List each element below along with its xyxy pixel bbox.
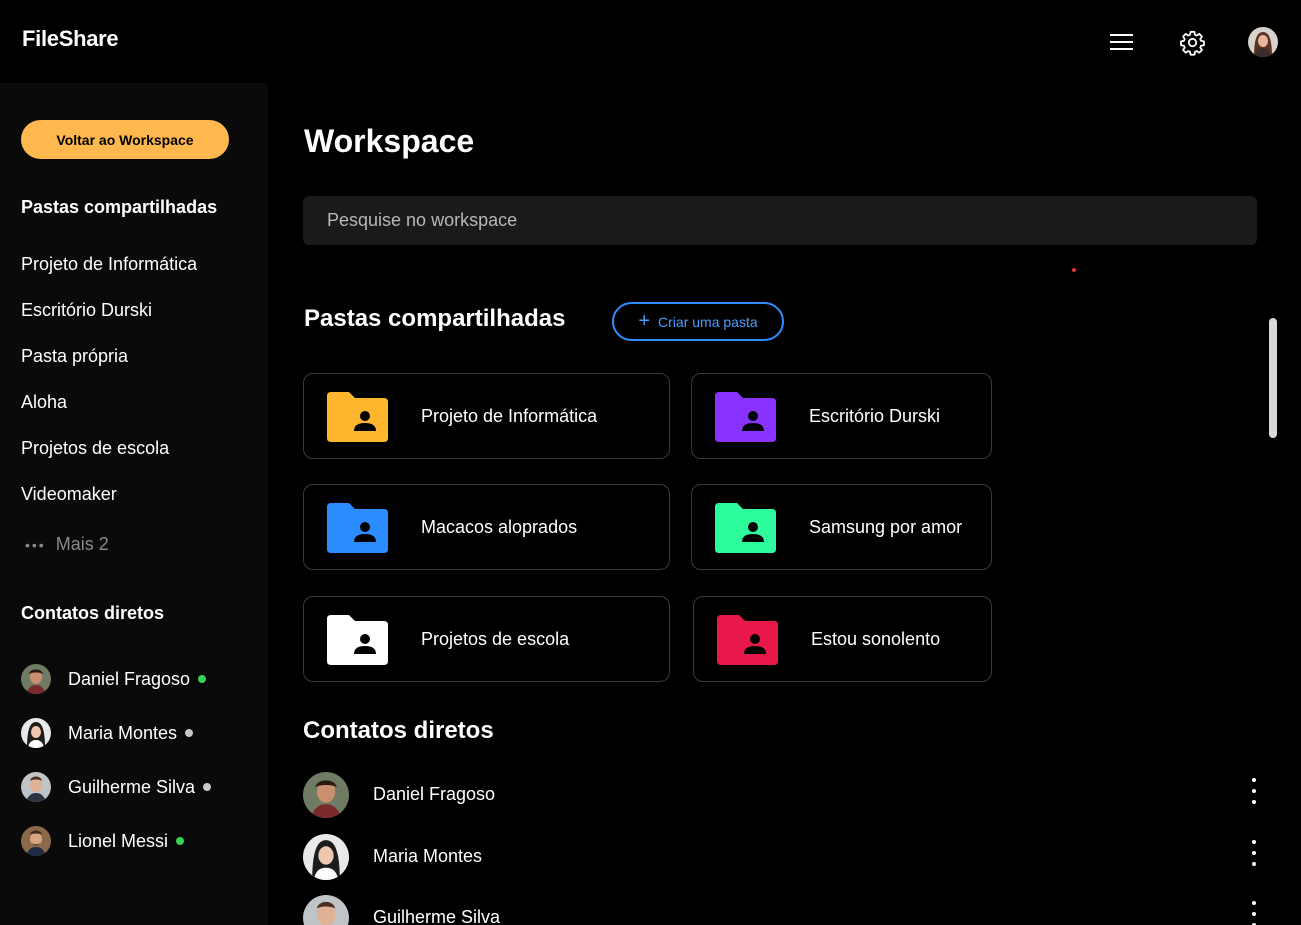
more-options-icon[interactable] xyxy=(1249,778,1259,812)
folder-name: Escritório Durski xyxy=(809,406,941,426)
contact-avatar xyxy=(21,772,51,802)
folder-card[interactable]: Projetos de escola xyxy=(303,596,670,682)
contact-avatar xyxy=(21,718,51,748)
contact-name: Daniel Fragoso xyxy=(373,784,496,804)
contact-name: Lionel Messi xyxy=(68,830,169,851)
folders-section-title: Pastas compartilhadas xyxy=(304,305,566,332)
folder-name: Macacos aloprados xyxy=(421,517,578,537)
contact-name: Maria Montes xyxy=(373,846,483,866)
contact-avatar xyxy=(21,664,51,694)
gear-icon[interactable] xyxy=(1179,29,1206,56)
shared-folder-icon xyxy=(715,503,776,553)
offline-status-dot xyxy=(203,783,212,791)
contact-avatar xyxy=(303,834,349,880)
folder-name: Estou sonolento xyxy=(811,629,941,649)
more-options-icon[interactable] xyxy=(1249,840,1259,874)
contact-name: Daniel Fragoso xyxy=(68,668,191,689)
shared-folder-icon xyxy=(327,392,388,442)
more-options-icon[interactable] xyxy=(1249,901,1259,925)
folder-card[interactable]: Projeto de Informática xyxy=(303,373,670,459)
shared-folder-icon xyxy=(717,615,778,665)
create-folder-button[interactable]: + Criar uma pasta xyxy=(612,302,784,341)
sidebar-contacts-heading: Contatos diretos xyxy=(21,603,165,623)
contact-avatar xyxy=(303,772,349,818)
sidebar-folder-item[interactable]: Projeto de Informática xyxy=(21,254,197,275)
scrollbar-thumb[interactable] xyxy=(1269,318,1277,438)
shared-folder-icon xyxy=(715,392,776,442)
folder-card[interactable]: Estou sonolento xyxy=(693,596,992,682)
folder-card[interactable]: Escritório Durski xyxy=(691,373,992,459)
sidebar-folder-item[interactable]: Projetos de escola xyxy=(21,438,169,459)
folder-name: Samsung por amor xyxy=(809,517,963,537)
contacts-section-title: Contatos diretos xyxy=(303,717,494,744)
menu-icon[interactable] xyxy=(1110,33,1134,51)
contact-row[interactable]: Daniel Fragoso xyxy=(303,772,1263,818)
show-more-label: Mais 2 xyxy=(55,534,109,554)
sidebar-folders-heading: Pastas compartilhadas xyxy=(21,197,218,217)
shared-folder-icon xyxy=(327,503,388,553)
folder-name: Projetos de escola xyxy=(421,629,570,649)
show-more-folders[interactable]: ••• Mais 2 xyxy=(25,534,109,555)
contact-avatar xyxy=(303,895,349,925)
sidebar-contact-item[interactable]: Maria Montes xyxy=(21,718,194,748)
sidebar-contact-item[interactable]: Lionel Messi xyxy=(21,826,185,856)
decorative-dot xyxy=(1072,268,1076,272)
sidebar-contact-item[interactable]: Guilherme Silva xyxy=(21,772,212,802)
online-status-dot xyxy=(198,675,207,683)
page-title: Workspace xyxy=(304,123,475,159)
contact-name: Maria Montes xyxy=(68,722,178,743)
offline-status-dot xyxy=(185,729,194,737)
top-bar: FileShare xyxy=(0,0,1301,83)
online-status-dot xyxy=(176,837,185,845)
plus-icon: + xyxy=(638,309,651,332)
contact-name: Guilherme Silva xyxy=(373,907,501,925)
folder-name: Projeto de Informática xyxy=(421,406,598,426)
shared-folder-icon xyxy=(327,615,388,665)
sidebar-contact-item[interactable]: Daniel Fragoso xyxy=(21,664,207,694)
back-to-workspace-button[interactable]: Voltar ao Workspace xyxy=(21,120,229,159)
sidebar-folder-item[interactable]: Aloha xyxy=(21,392,67,413)
contact-row[interactable]: Guilherme Silva xyxy=(303,895,1263,925)
sidebar: Voltar ao Workspace Pastas compartilhada… xyxy=(0,83,268,925)
folder-card[interactable]: Samsung por amor xyxy=(691,484,992,570)
contact-avatar xyxy=(21,826,51,856)
ellipsis-icon: ••• xyxy=(25,536,46,553)
sidebar-folder-item[interactable]: Pasta própria xyxy=(21,346,128,367)
sidebar-folder-item[interactable]: Escritório Durski xyxy=(21,300,152,321)
search-input[interactable] xyxy=(303,196,1257,245)
create-folder-label: Criar uma pasta xyxy=(658,313,758,330)
contact-name: Guilherme Silva xyxy=(68,776,196,797)
contact-row[interactable]: Maria Montes xyxy=(303,834,1263,880)
folder-card[interactable]: Macacos aloprados xyxy=(303,484,670,570)
sidebar-folder-item[interactable]: Videomaker xyxy=(21,484,117,505)
user-avatar[interactable] xyxy=(1248,27,1278,57)
app-logo: FileShare xyxy=(22,26,119,51)
